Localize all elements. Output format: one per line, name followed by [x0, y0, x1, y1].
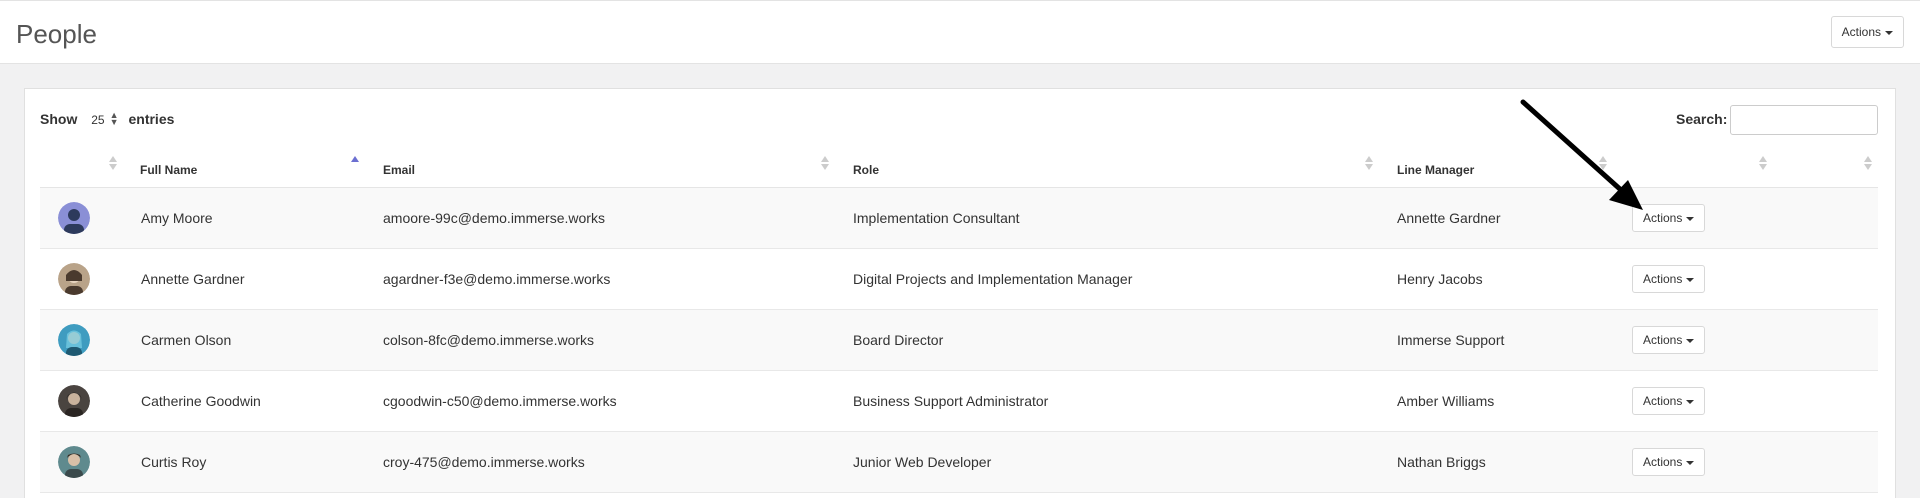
- column-header-full-name[interactable]: Full Name: [140, 163, 197, 177]
- row-actions-button[interactable]: Actions: [1632, 265, 1706, 293]
- full-name-cell: Curtis Roy: [141, 454, 207, 470]
- full-name-cell: Carmen Olson: [141, 332, 232, 348]
- select-arrows-icon: ▲ ▼: [109, 110, 119, 127]
- search-input[interactable]: [1730, 105, 1878, 135]
- entries-label: entries: [128, 111, 175, 127]
- manager-cell: Nathan Briggs: [1397, 454, 1486, 470]
- manager-cell: Immerse Support: [1397, 332, 1505, 348]
- search-label: Search:: [1676, 111, 1728, 127]
- sort-asc-icon[interactable]: [350, 156, 360, 172]
- sort-avatar-icon[interactable]: [108, 156, 118, 172]
- chevron-down-icon: [1686, 460, 1695, 465]
- role-cell: Digital Projects and Implementation Mana…: [853, 271, 1133, 287]
- row-actions-label: Actions: [1643, 333, 1683, 347]
- sort-role-icon[interactable]: [1364, 156, 1374, 172]
- page-title: People: [16, 19, 97, 49]
- full-name-cell: Catherine Goodwin: [141, 393, 261, 409]
- role-cell: Junior Web Developer: [853, 454, 992, 470]
- avatar: [58, 202, 90, 234]
- avatar: [58, 446, 90, 478]
- page-header: People Actions: [0, 0, 1920, 64]
- full-name-cell: Amy Moore: [141, 210, 213, 226]
- table-row: Amy Moore amoore-99c@demo.immerse.works …: [40, 188, 1878, 249]
- show-label: Show: [40, 111, 78, 127]
- sort-actions-icon[interactable]: [1758, 156, 1768, 172]
- chevron-down-icon: [1686, 338, 1695, 343]
- manager-cell: Amber Williams: [1397, 393, 1495, 409]
- email-cell: agardner-f3e@demo.immerse.works: [383, 271, 611, 287]
- table-header: Full Name Email Role Line Manager: [40, 146, 1878, 188]
- manager-cell: Annette Gardner: [1397, 210, 1501, 226]
- chevron-down-icon: [1686, 277, 1695, 282]
- page-length-control: Show 25 ▲ ▼ entries: [40, 110, 175, 128]
- avatar: [58, 324, 90, 356]
- email-cell: colson-8fc@demo.immerse.works: [383, 332, 595, 348]
- column-header-email[interactable]: Email: [383, 163, 415, 177]
- table-row: Annette Gardner agardner-f3e@demo.immers…: [40, 249, 1878, 310]
- chevron-down-icon: [1686, 399, 1695, 404]
- email-cell: cgoodwin-c50@demo.immerse.works: [383, 393, 617, 409]
- role-cell: Board Director: [853, 332, 944, 348]
- row-actions-label: Actions: [1643, 211, 1683, 225]
- chevron-down-icon: [1686, 216, 1695, 221]
- role-cell: Business Support Administrator: [853, 393, 1049, 409]
- chevron-down-icon: [1885, 30, 1893, 35]
- full-name-cell: Annette Gardner: [141, 271, 245, 287]
- table-row: Carmen Olson colson-8fc@demo.immerse.wor…: [40, 310, 1878, 371]
- email-cell: croy-475@demo.immerse.works: [383, 454, 585, 470]
- people-table: Full Name Email Role Line Manager Amy Mo…: [40, 146, 1878, 493]
- row-actions-button[interactable]: Actions: [1632, 448, 1706, 476]
- column-header-line-manager[interactable]: Line Manager: [1397, 163, 1474, 177]
- avatar: [58, 385, 90, 417]
- sort-manager-icon[interactable]: [1598, 156, 1608, 172]
- page-length-value: 25: [91, 113, 105, 127]
- row-actions-button[interactable]: Actions: [1632, 326, 1706, 354]
- email-cell: amoore-99c@demo.immerse.works: [383, 210, 605, 226]
- table-row: Curtis Roy croy-475@demo.immerse.works J…: [40, 432, 1878, 493]
- row-actions-button[interactable]: Actions: [1632, 204, 1706, 232]
- avatar: [58, 263, 90, 295]
- manager-cell: Henry Jacobs: [1397, 271, 1483, 287]
- sort-email-icon[interactable]: [820, 156, 830, 172]
- table-row: Catherine Goodwin cgoodwin-c50@demo.imme…: [40, 371, 1878, 432]
- page-length-select[interactable]: 25 ▲ ▼: [91, 110, 119, 128]
- row-actions-label: Actions: [1643, 272, 1683, 286]
- column-header-role[interactable]: Role: [853, 163, 879, 177]
- sort-extra-icon[interactable]: [1863, 156, 1873, 172]
- row-actions-label: Actions: [1643, 455, 1683, 469]
- header-actions-label: Actions: [1841, 25, 1881, 39]
- role-cell: Implementation Consultant: [853, 210, 1020, 226]
- row-actions-button[interactable]: Actions: [1632, 387, 1706, 415]
- row-actions-label: Actions: [1643, 394, 1683, 408]
- header-actions-button[interactable]: Actions: [1830, 16, 1904, 48]
